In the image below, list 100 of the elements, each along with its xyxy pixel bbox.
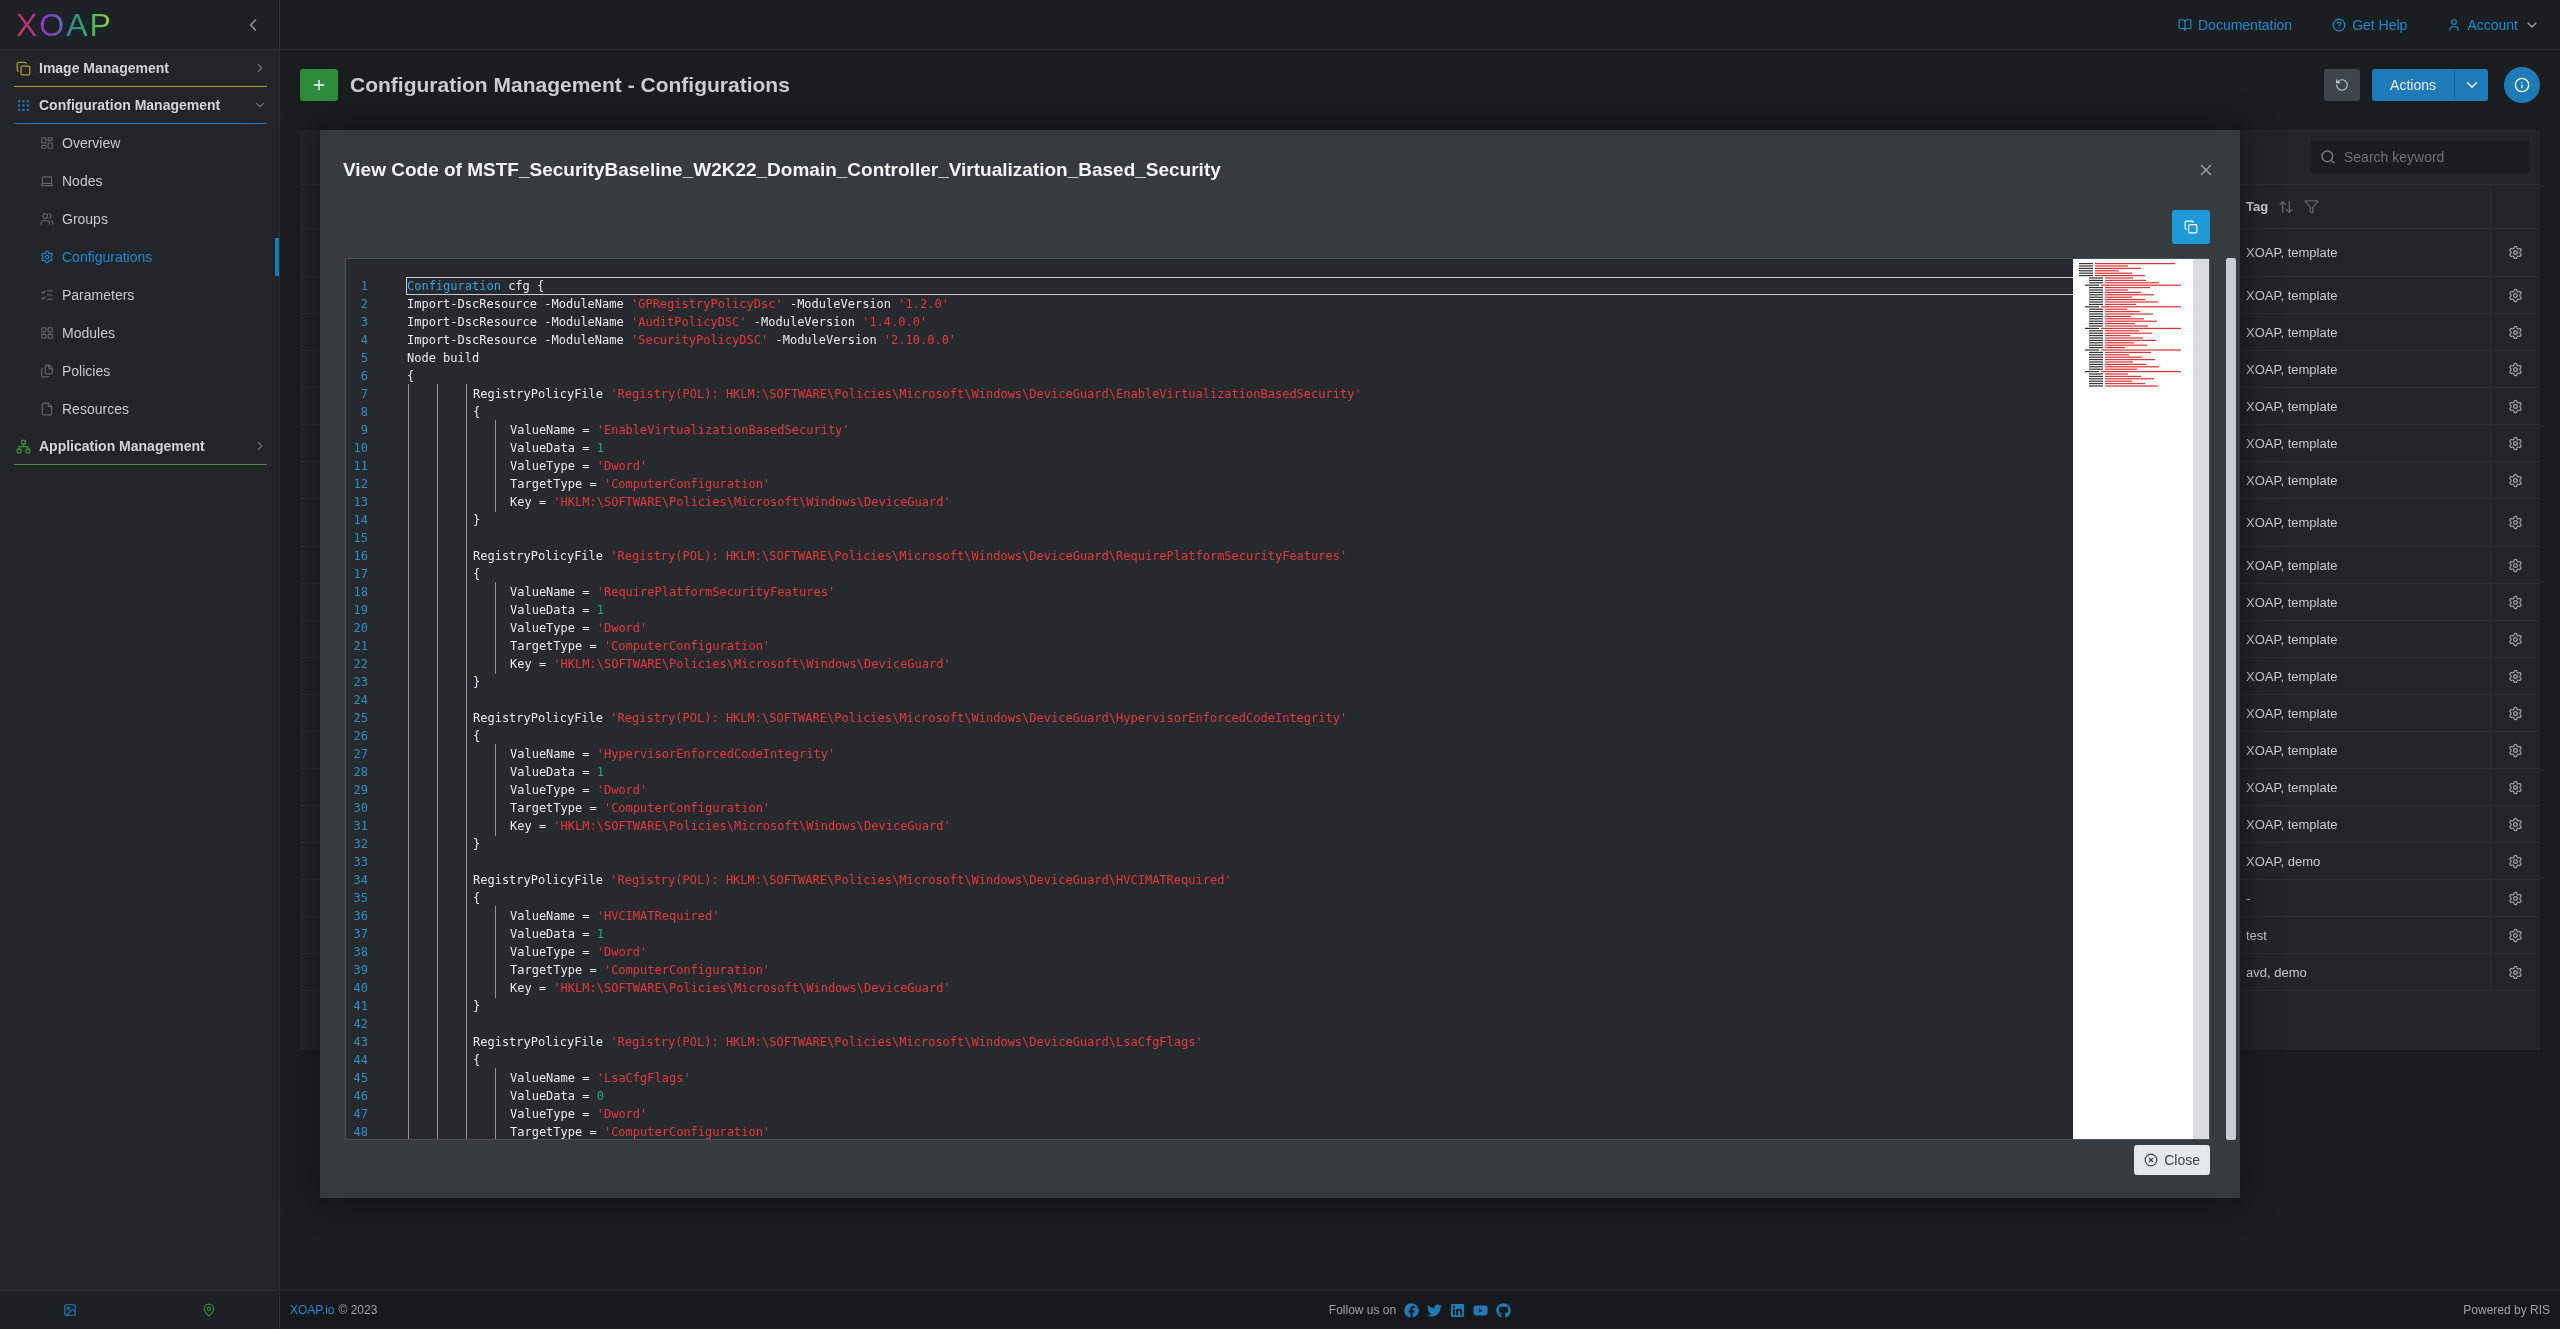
line-number: 20 [352, 621, 369, 635]
settings-icon[interactable] [2508, 890, 2523, 906]
code-line: } [472, 512, 481, 529]
nav-item[interactable]: Groups [0, 200, 279, 238]
filter-icon[interactable] [2304, 199, 2320, 214]
sort-icon[interactable] [2278, 198, 2295, 215]
line-number: 15 [352, 531, 369, 545]
search-icon [2320, 149, 2336, 165]
settings-icon[interactable] [2508, 324, 2523, 340]
scroll-bar[interactable] [2193, 259, 2209, 1139]
code-line: ValueName = 'HVCIMATRequired' [509, 908, 720, 925]
settings-icon[interactable] [2508, 472, 2523, 488]
code-line: Key = 'HKLM:\SOFTWARE\Policies\Microsoft\Windows\DeviceGuard' [509, 980, 951, 997]
info-button[interactable] [2504, 67, 2540, 103]
follow-label: Follow us on [1328, 1303, 1397, 1317]
settings-icon[interactable] [2508, 816, 2523, 832]
close-button[interactable]: Close [2134, 1145, 2210, 1175]
line-number: 3 [359, 315, 369, 329]
table-cell-text: - [2245, 889, 2252, 908]
settings-icon[interactable] [2508, 594, 2523, 610]
table-cell-text: XOAP, demo [2245, 852, 2322, 871]
top-link[interactable]: Get Help [2332, 16, 2408, 33]
code-line: ValueData = 1 [509, 764, 604, 781]
column-header[interactable]: Tag [2246, 199, 2269, 214]
scroll-bar[interactable] [2226, 258, 2236, 1140]
nav-item[interactable]: Nodes [0, 162, 279, 200]
github-icon[interactable] [1496, 1302, 1512, 1318]
nav-item[interactable]: Policies [0, 352, 279, 390]
stacked-squares-icon [16, 60, 31, 76]
line-number: 32 [352, 837, 369, 851]
nav-group[interactable]: Application Management [14, 428, 267, 465]
site-link[interactable]: XOAP.io [290, 1303, 335, 1317]
settings-icon[interactable] [2508, 779, 2523, 795]
code-line: Configuration cfg { [406, 277, 2073, 295]
line-number: 18 [352, 585, 369, 599]
table-cell-text: XOAP, template [2245, 323, 2339, 342]
code-line: RegistryPolicyFile 'Registry(POL): HKLM:\SOFTWARE\Policies\Microsoft\Windows\DeviceGuard\HypervisorEnforcedCodeIntegrity' [472, 710, 1348, 727]
table-cell-text: XOAP, template [2245, 630, 2339, 649]
line-number: 16 [352, 549, 369, 563]
code-line: ValueData = 1 [509, 926, 604, 943]
nav-item[interactable]: Modules [0, 314, 279, 352]
image-icon[interactable] [62, 1303, 77, 1317]
line-number: 45 [352, 1071, 369, 1085]
settings-icon[interactable] [2508, 398, 2523, 414]
close-circle-icon [2144, 1153, 2159, 1167]
top-link[interactable]: Documentation [2178, 16, 2293, 33]
table-cell-text: XOAP, template [2245, 741, 2339, 760]
nav-item[interactable]: Parameters [0, 276, 279, 314]
code-line: ValueType = 'Dword' [509, 1106, 648, 1123]
nav-item[interactable]: Configurations [0, 238, 279, 276]
book-icon [2178, 17, 2192, 32]
code-editor[interactable] [345, 258, 2210, 1140]
code-line: ValueData = 0 [509, 1088, 604, 1105]
settings-icon[interactable] [2508, 557, 2523, 573]
code-line: TargetType = 'ComputerConfiguration' [509, 800, 771, 817]
dashboard-icon [40, 136, 54, 150]
search-field[interactable]: Search keyword [2310, 141, 2530, 173]
twitter-icon[interactable] [1427, 1302, 1443, 1318]
refresh-button[interactable] [2324, 69, 2361, 101]
line-number: 24 [352, 693, 369, 707]
nav-item[interactable]: Resources [0, 390, 279, 428]
line-number: 11 [352, 459, 369, 473]
line-number: 22 [352, 657, 369, 671]
settings-icon[interactable] [2508, 705, 2523, 721]
code-line: Import-DscResource -ModuleName 'AuditPolicyDSC' -ModuleVersion '1.4.0.0' [406, 314, 928, 331]
settings-icon[interactable] [2508, 927, 2523, 943]
top-link[interactable]: Account [2447, 16, 2540, 33]
nav-group[interactable]: Image Management [14, 50, 267, 87]
line-number: 4 [359, 333, 369, 347]
settings-icon[interactable] [2508, 435, 2523, 451]
line-number: 5 [359, 351, 369, 365]
settings-icon[interactable] [2508, 742, 2523, 758]
line-number: 37 [352, 927, 369, 941]
nav-item[interactable]: Overview [0, 124, 279, 162]
code-line: ValueType = 'Dword' [509, 944, 648, 961]
code-line: ValueName = 'LsaCfgFlags' [509, 1070, 691, 1087]
settings-icon[interactable] [2508, 361, 2523, 377]
settings-icon[interactable] [2508, 853, 2523, 869]
settings-icon[interactable] [2508, 631, 2523, 647]
settings-icon[interactable] [2508, 668, 2523, 684]
facebook-icon[interactable] [1404, 1302, 1420, 1318]
nav-group[interactable]: Configuration Management [14, 87, 267, 124]
settings-icon[interactable] [2508, 287, 2523, 303]
table-cell-text: XOAP, template [2245, 556, 2339, 575]
settings-icon[interactable] [2508, 515, 2523, 530]
code-line: ValueType = 'Dword' [509, 782, 648, 799]
settings-icon[interactable] [2508, 964, 2523, 980]
line-number: 14 [352, 513, 369, 527]
code-line: { [472, 728, 481, 745]
linkedin-icon[interactable] [1450, 1302, 1466, 1318]
add-button[interactable] [300, 69, 338, 101]
line-number: 10 [352, 441, 369, 455]
line-number: 41 [352, 999, 369, 1013]
line-number: 23 [352, 675, 369, 689]
table-cell-text: XOAP, template [2245, 244, 2339, 262]
settings-icon[interactable] [2508, 245, 2523, 260]
page-title: Configuration Management - Configurations [350, 73, 791, 97]
actions-button[interactable]: Actions [2372, 69, 2488, 101]
map-pin-icon[interactable] [202, 1303, 217, 1317]
laptop-icon [40, 174, 54, 188]
